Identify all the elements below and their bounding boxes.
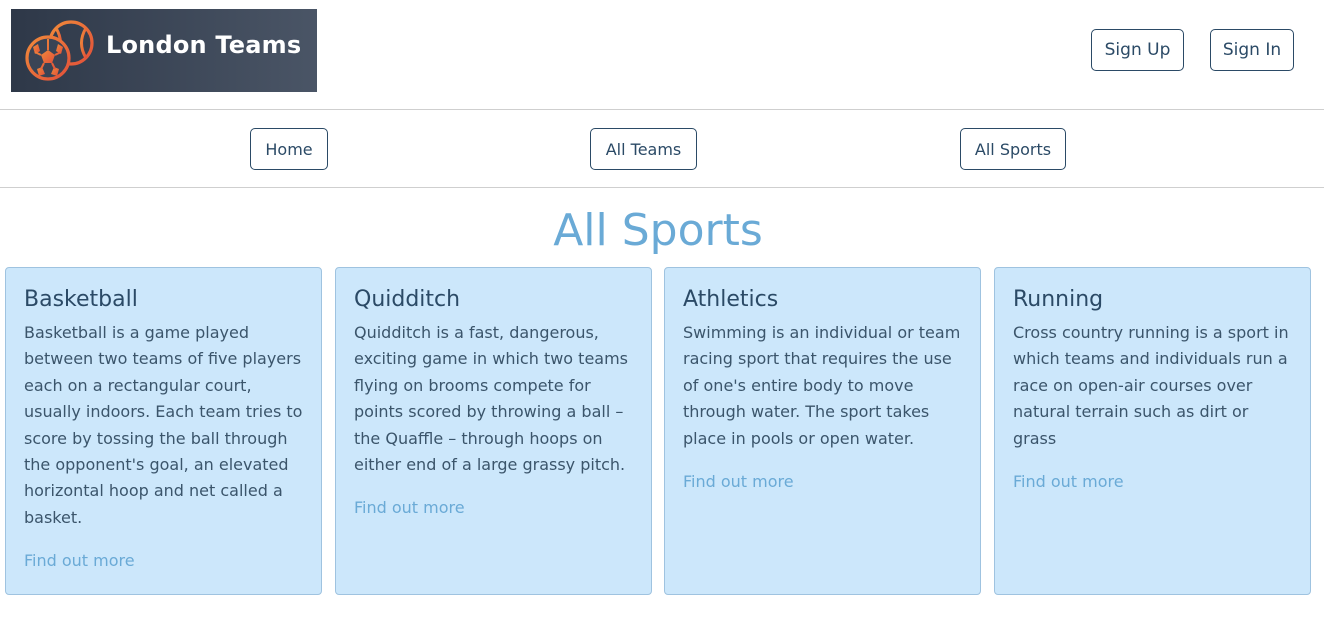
sign-in-button[interactable]: Sign In xyxy=(1210,29,1294,71)
find-out-more-link[interactable]: Find out more xyxy=(1013,472,1292,491)
find-out-more-link[interactable]: Find out more xyxy=(354,498,633,517)
card-title: Athletics xyxy=(683,287,779,312)
card-description: Quidditch is a fast, dangerous, exciting… xyxy=(354,323,629,475)
sport-card-basketball: Basketball Basketball is a game played b… xyxy=(5,267,322,595)
site-logo[interactable]: London Teams xyxy=(11,9,317,92)
nav-home-button[interactable]: Home xyxy=(250,128,328,170)
card-title: Basketball xyxy=(24,287,138,312)
logo-text: London Teams xyxy=(106,31,302,59)
nav-all-teams-button[interactable]: All Teams xyxy=(590,128,697,170)
sport-card-quidditch: Quidditch Quidditch is a fast, dangerous… xyxy=(335,267,652,595)
sport-card-athletics: Athletics Swimming is an individual or t… xyxy=(664,267,981,595)
card-title: Quidditch xyxy=(354,287,461,312)
card-description: Swimming is an individual or team racing… xyxy=(683,323,961,448)
nav-all-sports-button[interactable]: All Sports xyxy=(960,128,1066,170)
find-out-more-link[interactable]: Find out more xyxy=(683,472,962,491)
sign-up-button[interactable]: Sign Up xyxy=(1091,29,1184,71)
sport-card-running: Running Cross country running is a sport… xyxy=(994,267,1311,595)
card-title: Running xyxy=(1013,287,1104,312)
find-out-more-link[interactable]: Find out more xyxy=(24,551,303,570)
main-nav: Home All Teams All Sports xyxy=(0,110,1324,188)
sports-balls-icon xyxy=(25,20,94,81)
card-description: Basketball is a game played between two … xyxy=(24,323,303,527)
card-description: Cross country running is a sport in whic… xyxy=(1013,323,1289,448)
page-title: All Sports xyxy=(553,205,763,256)
site-header: London Teams Sign Up Sign In xyxy=(0,0,1324,110)
